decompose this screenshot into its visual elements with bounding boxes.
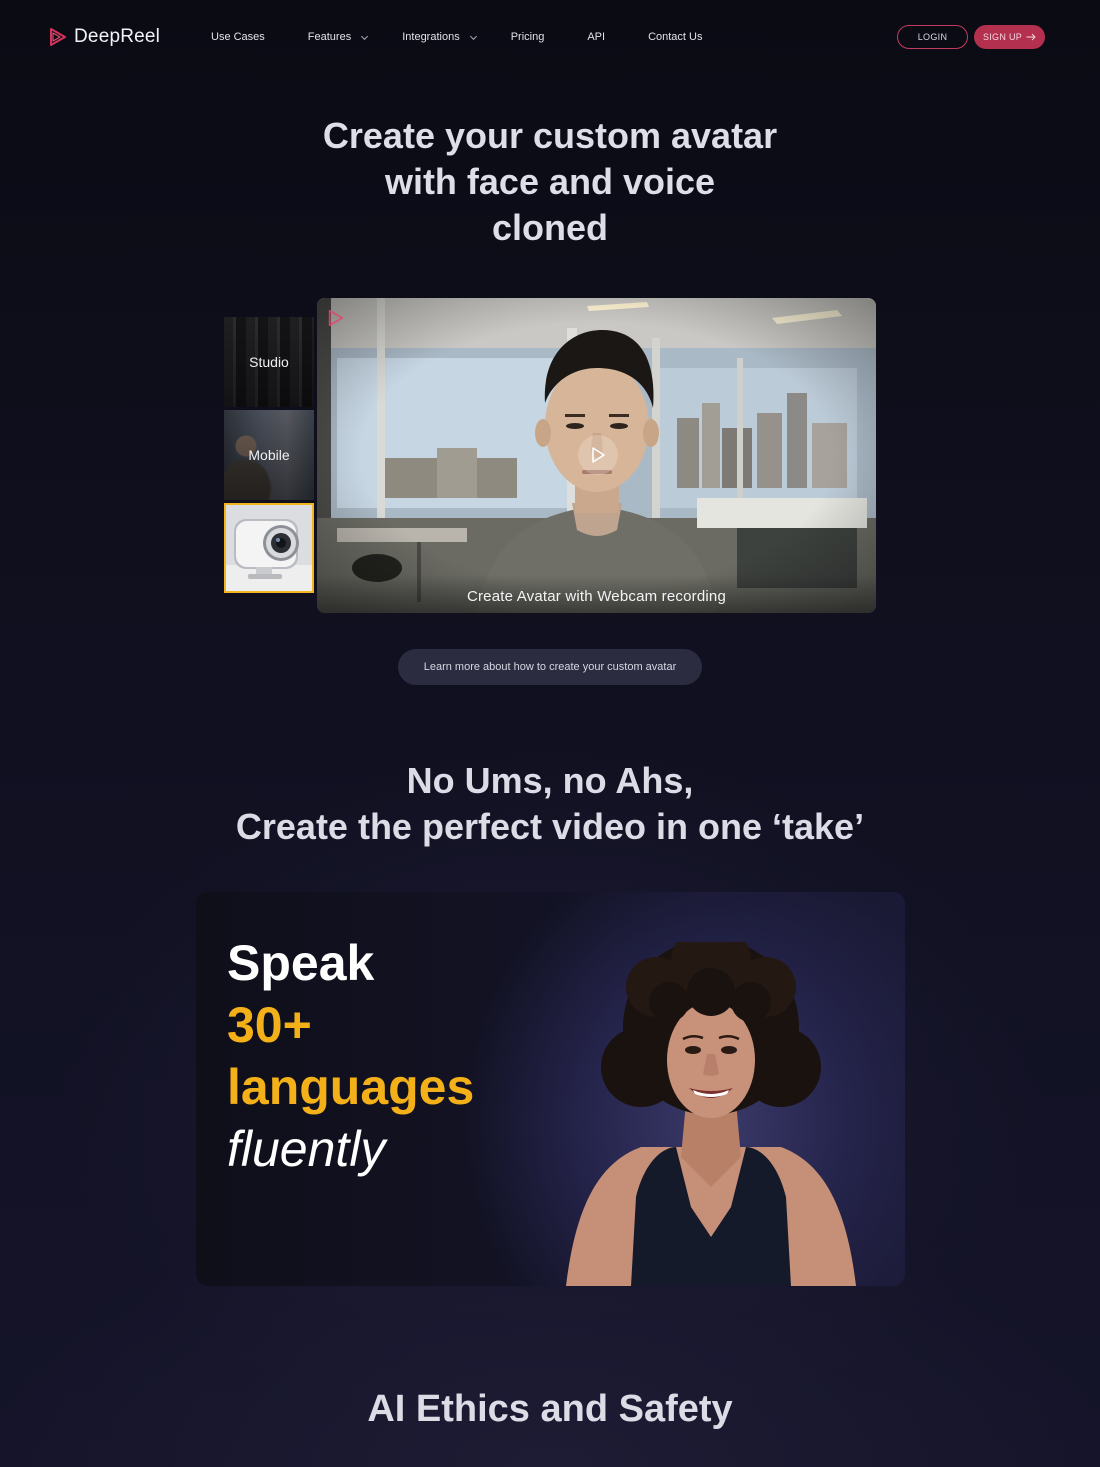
arrow-right-icon [1026, 33, 1036, 41]
nav-item-features[interactable]: Features [308, 31, 369, 43]
languages-line-speak: Speak [227, 935, 375, 991]
nav-item-pricing[interactable]: Pricing [511, 31, 545, 43]
video-caption: Create Avatar with Webcam recording [466, 588, 727, 605]
login-button[interactable]: LOGIN [897, 25, 968, 49]
webcam-icon [226, 505, 312, 591]
top-navigation: DeepReel Use Cases Features Integrations… [0, 0, 1100, 76]
heading-line: No Ums, no Ahs, [406, 760, 694, 801]
one-take-heading: No Ums, no Ahs, Create the perfect video… [150, 758, 950, 850]
signup-label: SIGN UP [982, 32, 1023, 42]
nav-item-label: Features [307, 31, 352, 43]
nav-item-label: Integrations [402, 31, 460, 43]
tab-mobile[interactable]: Mobile [224, 410, 314, 500]
nav-item-integrations[interactable]: Integrations [402, 31, 477, 43]
play-button[interactable] [578, 435, 618, 475]
nav-links: Use Cases Features Integrations Pricing … [211, 31, 702, 43]
hero-title-line: with face and voice [384, 161, 716, 202]
chevron-down-icon [469, 35, 477, 40]
tab-webcam[interactable] [224, 503, 314, 593]
languages-card: Speak 30+ languages fluently [196, 892, 905, 1286]
tab-studio-label: Studio [249, 354, 289, 370]
hero-title: Create your custom avatar with face and … [250, 113, 850, 251]
nav-item-label: Pricing [510, 31, 545, 43]
brand-logo[interactable]: DeepReel [48, 26, 160, 48]
learn-more-label: Learn more about how to create your cust… [423, 661, 677, 673]
languages-text: Speak 30+ languages fluently [227, 932, 474, 1180]
nav-item-label: Use Cases [211, 31, 265, 43]
avatar-woman-image [566, 942, 856, 1286]
ethics-heading: AI Ethics and Safety [367, 1388, 733, 1430]
learn-more-button[interactable]: Learn more about how to create your cust… [398, 649, 702, 685]
login-label: LOGIN [917, 32, 948, 42]
nav-item-use-cases[interactable]: Use Cases [211, 31, 265, 43]
chevron-down-icon [361, 35, 369, 40]
languages-line-fluently: fluently [227, 1121, 386, 1177]
hero-title-line: Create your custom avatar [322, 115, 778, 156]
tab-studio[interactable]: Studio [224, 317, 314, 407]
signup-button[interactable]: SIGN UP [974, 25, 1045, 49]
logo-text: DeepReel [74, 26, 161, 47]
languages-line-count: 30+ [227, 997, 312, 1053]
play-icon [592, 447, 605, 463]
nav-item-label: Contact Us [648, 31, 703, 43]
logo-play-icon [50, 28, 66, 46]
hero-title-line: cloned [491, 207, 608, 248]
nav-item-label: API [587, 31, 606, 43]
languages-line-word: languages [227, 1059, 475, 1115]
video-watermark-logo-icon [328, 309, 344, 327]
nav-item-contact-us[interactable]: Contact Us [648, 31, 702, 43]
heading-line: Create the perfect video in one ‘take’ [235, 806, 865, 847]
tab-mobile-label: Mobile [248, 447, 290, 463]
nav-item-api[interactable]: API [587, 31, 605, 43]
